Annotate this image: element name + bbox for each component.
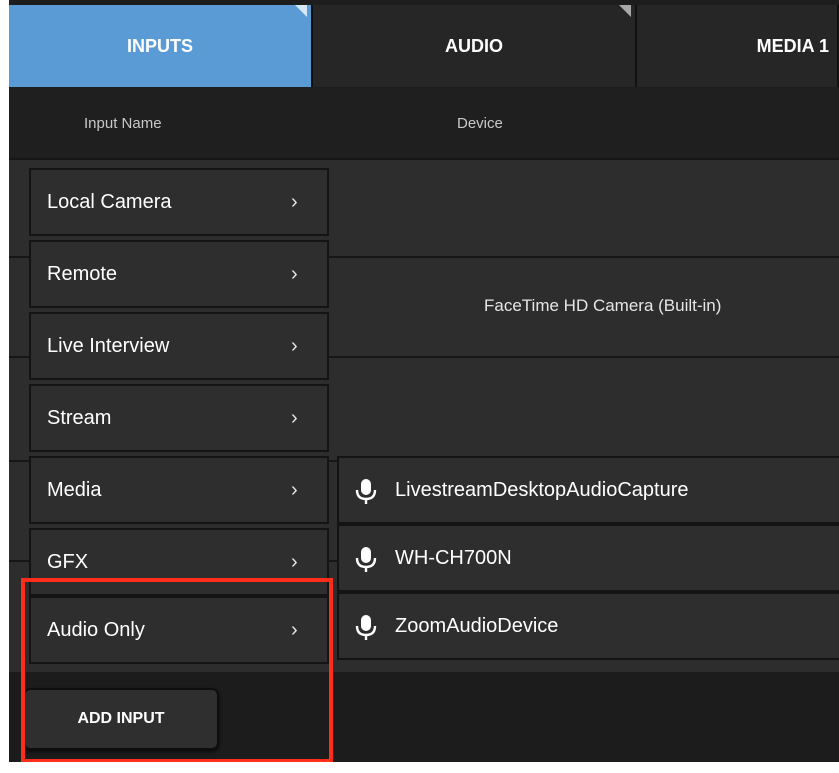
submenu-item-label: LivestreamDesktopAudioCapture: [395, 479, 689, 501]
tab-corner-indicator: [619, 5, 631, 17]
menu-item-gfx[interactable]: GFX ›: [29, 528, 329, 596]
chevron-right-icon: ›: [291, 190, 298, 213]
menu-item-remote[interactable]: Remote ›: [29, 240, 329, 308]
menu-item-local-camera[interactable]: Local Camera ›: [29, 168, 329, 236]
tab-inputs[interactable]: INPUTS: [9, 5, 313, 87]
app-window: INPUTS AUDIO MEDIA 1 Input Name Device F…: [9, 0, 839, 762]
device-name: FaceTime HD Camera (Built-in): [484, 296, 722, 315]
microphone-icon: [355, 615, 377, 640]
menu-item-label: Stream: [47, 406, 112, 429]
microphone-icon: [355, 547, 377, 572]
menu-item-label: Remote: [47, 262, 118, 285]
menu-item-audio-only[interactable]: Audio Only ›: [29, 596, 329, 664]
chevron-right-icon: ›: [291, 262, 298, 285]
submenu-item-wh-ch700n[interactable]: WH-CH700N: [337, 524, 839, 592]
menu-item-label: Local Camera: [47, 190, 172, 213]
chevron-right-icon: ›: [291, 478, 298, 501]
tab-inputs-label: INPUTS: [126, 35, 193, 56]
add-input-button-label: ADD INPUT: [77, 710, 165, 727]
menu-item-media[interactable]: Media ›: [29, 456, 329, 524]
column-device: Device: [457, 115, 503, 132]
submenu-item-label: WH-CH700N: [395, 547, 512, 569]
menu-item-label: GFX: [47, 550, 89, 573]
menu-item-label: Media: [47, 478, 102, 501]
microphone-icon: [355, 479, 377, 504]
submenu-item-label: ZoomAudioDevice: [395, 615, 559, 637]
chevron-right-icon: ›: [291, 618, 298, 641]
column-header: Input Name Device: [9, 88, 839, 158]
chevron-right-icon: ›: [291, 334, 298, 357]
menu-item-live-interview[interactable]: Live Interview ›: [29, 312, 329, 380]
tab-media-1[interactable]: MEDIA 1: [637, 5, 839, 87]
menu-item-label: Live Interview: [47, 334, 170, 357]
add-input-button[interactable]: ADD INPUT: [23, 688, 219, 750]
tab-media-1-label: MEDIA 1: [756, 35, 829, 56]
menu-item-label: Audio Only: [47, 618, 145, 641]
tab-corner-indicator: [295, 5, 307, 17]
tab-audio[interactable]: AUDIO: [313, 5, 637, 87]
chevron-right-icon: ›: [291, 550, 298, 573]
submenu-item-livestream-desktop-audio-capture[interactable]: LivestreamDesktopAudioCapture: [337, 456, 839, 524]
column-input-name: Input Name: [84, 115, 162, 132]
tab-bar: INPUTS AUDIO MEDIA 1: [9, 0, 839, 88]
tab-audio-label: AUDIO: [445, 35, 503, 56]
chevron-right-icon: ›: [291, 406, 298, 429]
submenu-item-zoom-audio-device[interactable]: ZoomAudioDevice: [337, 592, 839, 660]
menu-item-stream[interactable]: Stream ›: [29, 384, 329, 452]
